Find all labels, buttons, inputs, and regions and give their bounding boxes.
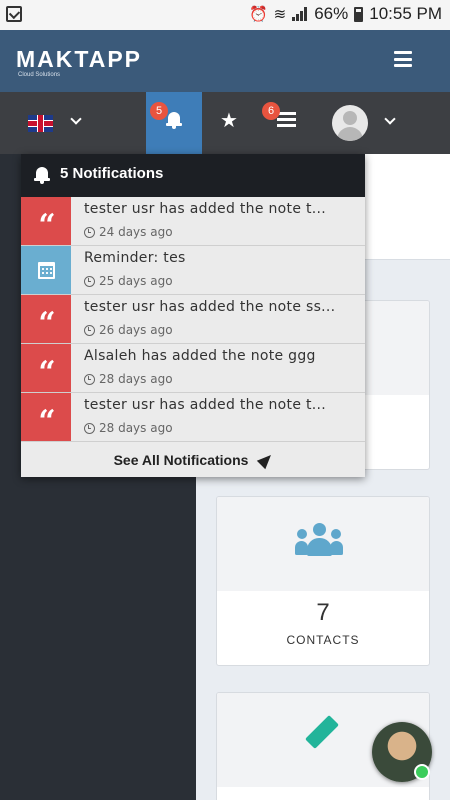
quote-icon: “ [38,404,55,439]
battery-percent: 66% [314,4,349,23]
tasks-badge: 6 [262,102,280,120]
notification-item[interactable]: “ tester usr has added the note t... 28 … [21,393,365,442]
favorites-star-icon[interactable]: ★ [220,108,238,132]
contacts-card[interactable]: 7 CONTACTS [216,496,430,666]
see-all-notifications-link[interactable]: See All Notifications [21,443,365,477]
notification-time: 24 days ago [84,225,173,239]
notification-time: 26 days ago [84,323,173,337]
quote-icon: “ [38,208,55,243]
notification-message: Reminder: tes [84,250,186,266]
menu-toggle-button[interactable] [394,51,412,67]
clock-icon [84,373,95,385]
alarm-icon: ⏰ [248,6,268,23]
user-avatar[interactable] [332,105,368,141]
contacts-count: 7 [316,599,330,626]
notification-message: tester usr has added the note t... [84,397,327,413]
chat-head-avatar[interactable] [372,722,432,782]
logo-tagline: Cloud Solutions [18,72,61,78]
users-icon [295,523,343,563]
notification-item[interactable]: “ tester usr has added the note ss... 26… [21,295,365,344]
clock-icon [84,275,95,287]
wifi-icon: ≋ [273,6,287,23]
notification-message: Alsaleh has added the note ggg [84,348,316,364]
location-arrow-icon [257,450,276,470]
contacts-label: CONTACTS [286,633,360,647]
see-all-label: See All Notifications [113,452,249,468]
quote-icon: “ [38,306,55,341]
notification-time: 28 days ago [84,372,173,386]
clock-icon [84,422,95,434]
clock-icon [84,226,95,238]
notification-item[interactable]: “ Alsaleh has added the note ggg 28 days… [21,344,365,393]
notification-item[interactable]: “ tester usr has added the note t... 24 … [21,197,365,246]
calendar-icon [37,261,55,279]
pencil-icon [305,715,339,749]
app-logo[interactable]: MAKTAPP [16,46,142,73]
uk-flag-icon[interactable] [28,115,53,132]
signal-icon [292,7,308,21]
app-header: MAKTAPP Cloud Solutions [0,30,450,92]
battery-icon [354,6,364,22]
status-bar: ⏰ ≋ 66% 10:55 PM [0,0,450,30]
notification-time: 28 days ago [84,421,173,435]
hamburger-icon [394,51,412,54]
status-icons: ⏰ ≋ 66% 10:55 PM [249,4,442,24]
clock-time: 10:55 PM [369,4,442,23]
notifications-badge: 5 [150,102,168,120]
notification-time: 25 days ago [84,274,173,288]
notifications-button[interactable]: 5 [146,92,202,154]
bell-icon [34,167,50,184]
notifications-dropdown: 5 Notifications “ tester usr has added t… [21,154,365,477]
clock-icon [84,324,95,336]
notification-item[interactable]: Reminder: tes 25 days ago [21,246,365,295]
online-status-indicator [414,764,430,780]
bell-icon [166,112,182,129]
quote-icon: “ [38,355,55,390]
download-done-icon [6,6,22,22]
notification-message: tester usr has added the note ss... [84,299,336,315]
notification-message: tester usr has added the note t... [84,201,327,217]
notifications-header: 5 Notifications [21,154,365,197]
notifications-title: 5 Notifications [60,165,164,182]
tasks-list-icon[interactable] [277,112,296,127]
